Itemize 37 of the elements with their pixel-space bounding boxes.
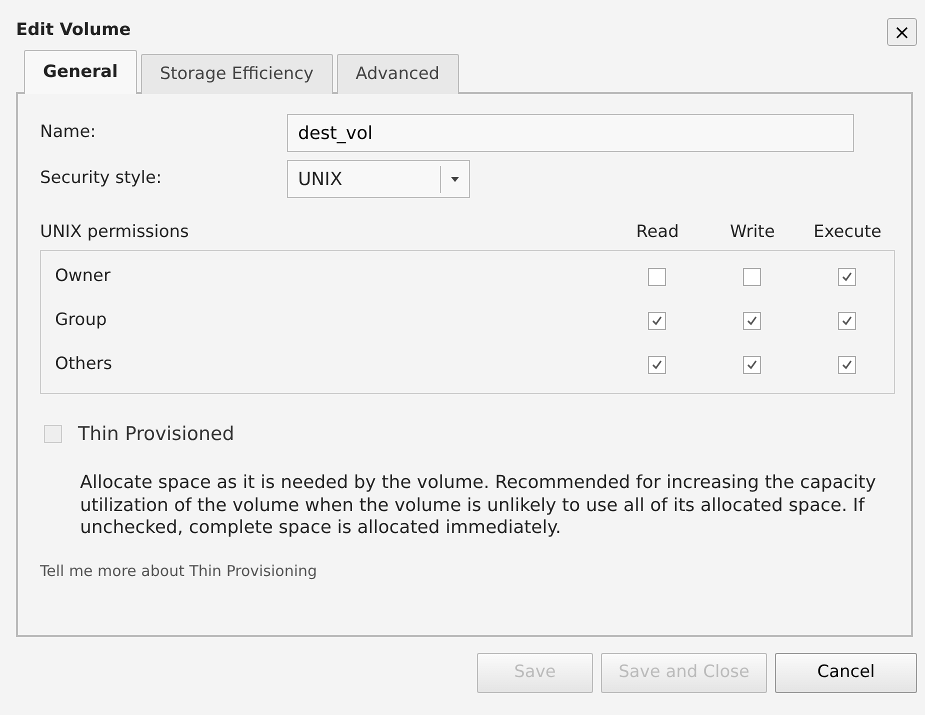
check-icon xyxy=(840,270,852,282)
checkbox[interactable] xyxy=(648,268,666,286)
dialog-button[interactable]: Cancel xyxy=(775,653,917,693)
check-icon xyxy=(650,358,662,370)
tab[interactable]: Storage Efficiency xyxy=(140,54,333,94)
name-field[interactable]: dest_vol xyxy=(287,114,854,152)
close-button[interactable]: × xyxy=(887,18,917,46)
check-icon xyxy=(746,358,758,370)
check-icon xyxy=(840,314,852,326)
tab[interactable]: General xyxy=(24,50,137,94)
checkbox[interactable] xyxy=(648,312,666,330)
checkbox[interactable] xyxy=(838,268,856,286)
checkbox[interactable] xyxy=(838,356,856,374)
section-title: UNIX permissions xyxy=(40,221,190,244)
column-header: Execute xyxy=(812,221,882,244)
description-text: Allocate space as it is needed by the volume. Recommended for increasing the capacity utilization of the volume when the volume is unlikely to use all of its allocated space. If unchecked, complete space is allocated immediately. xyxy=(80,472,877,540)
field-label: Security style: xyxy=(40,167,163,190)
checkbox[interactable] xyxy=(648,356,666,374)
checkbox[interactable] xyxy=(742,356,760,374)
checkbox-label: Thin Provisioned xyxy=(78,422,234,446)
check-icon xyxy=(746,314,758,326)
dropdown-value: UNIX xyxy=(298,168,342,192)
column-header: Write xyxy=(729,221,776,244)
security-style-dropdown[interactable]: UNIX xyxy=(287,160,470,198)
field-label: Name: xyxy=(40,121,97,144)
check-icon xyxy=(650,314,662,326)
dialog-title: Edit Volume xyxy=(16,19,131,42)
row-label: Group xyxy=(55,308,108,332)
help-link[interactable]: Tell me more about Thin Provisioning xyxy=(40,560,318,582)
checkbox[interactable] xyxy=(742,268,760,286)
checkbox[interactable] xyxy=(742,312,760,330)
check-icon xyxy=(840,358,852,370)
column-header: Read xyxy=(635,221,680,244)
row-label: Others xyxy=(55,352,114,376)
tab[interactable]: Advanced xyxy=(336,54,459,94)
row-label: Owner xyxy=(55,264,112,288)
checkbox[interactable] xyxy=(838,312,856,330)
